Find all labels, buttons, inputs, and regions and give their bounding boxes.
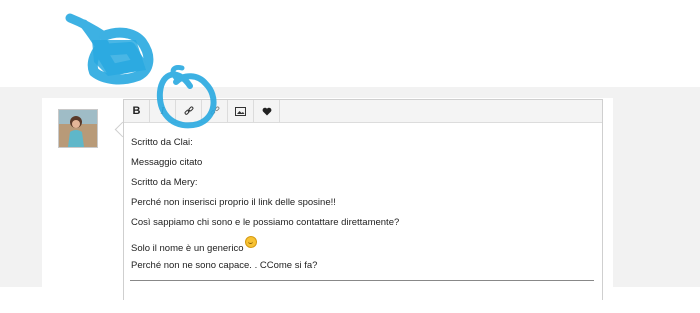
image-icon	[235, 106, 246, 116]
bold-button[interactable]: B	[124, 100, 150, 122]
post-line: Scritto da Clai:	[131, 137, 193, 148]
post-line: Messaggio citato	[131, 157, 203, 168]
reply-editor[interactable]: B I Scritto da Clai: Messaggio citato Sc…	[123, 99, 603, 300]
unlink-button[interactable]	[202, 100, 228, 122]
editor-toolbar: B I	[124, 100, 602, 123]
heart-icon	[262, 107, 271, 115]
italic-button[interactable]: I	[150, 100, 176, 122]
avatar	[58, 109, 98, 148]
post-line-with-smiley: Solo il nome è un generico	[131, 236, 602, 260]
heart-button[interactable]	[254, 100, 280, 122]
page-band-top	[42, 87, 613, 98]
quote-divider	[130, 280, 594, 281]
post-line: Scritto da Mery:	[131, 177, 198, 188]
post-line-text: Solo il nome è un generico	[131, 243, 244, 254]
image-button[interactable]	[228, 100, 254, 122]
smiley-icon	[244, 236, 257, 248]
post-line: Perché non ne sono capace. . CCome si fa…	[131, 260, 318, 271]
post-line: Così sappiamo chi sono e le possiamo con…	[131, 217, 400, 228]
page-band-left	[0, 87, 42, 287]
editor-content[interactable]: Scritto da Clai: Messaggio citato Scritt…	[124, 123, 602, 280]
post-line: Perché non inserisci proprio il link del…	[131, 197, 336, 208]
link-button[interactable]	[176, 100, 202, 122]
link-icon	[184, 106, 193, 115]
unlink-icon	[210, 106, 219, 115]
page-band-right	[613, 87, 700, 287]
